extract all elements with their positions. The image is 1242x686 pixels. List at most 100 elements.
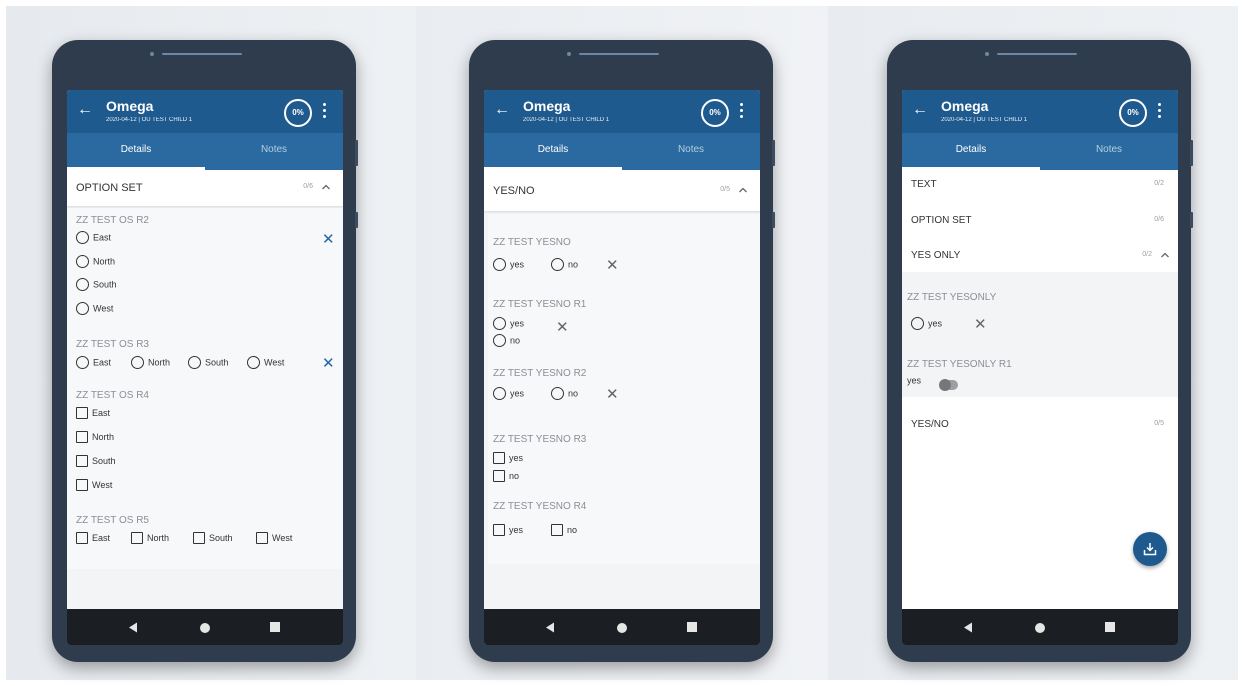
radio-yes[interactable]: yes (493, 317, 524, 331)
phone-3: ← Omega 2020-04-12 | OU TEST CHILD 1 0% … (887, 40, 1193, 662)
empty-area (67, 570, 343, 609)
checkbox-option[interactable]: East (76, 532, 110, 546)
nav-home-icon[interactable] (199, 622, 211, 634)
form-content: YES/NO 0/5 ZZ TEST YESNO yes no ✕ ZZ TES… (484, 170, 760, 609)
yes-toggle-switch[interactable] (939, 379, 958, 391)
more-options-icon[interactable] (323, 103, 327, 119)
radio-option[interactable]: South (76, 278, 117, 292)
phone-1: ← Omega 2020-04-12 | OU TEST CHILD 1 0% … (52, 40, 358, 662)
section-count: 0/2 (1142, 251, 1152, 258)
section-header[interactable]: TEXT 0/2 (902, 170, 1178, 200)
clear-icon[interactable]: ✕ (322, 354, 335, 372)
event-title: Omega (523, 98, 571, 114)
clear-icon[interactable]: ✕ (606, 385, 619, 403)
event-title: Omega (941, 98, 989, 114)
back-arrow-icon[interactable]: ← (912, 102, 928, 118)
volume-button (772, 212, 775, 228)
section-title: TEXT (911, 179, 937, 190)
section-title: YES/NO (493, 185, 535, 197)
chevron-up-icon (322, 184, 330, 190)
phone-2: ← Omega 2020-04-12 | OU TEST CHILD 1 0% … (469, 40, 775, 662)
checkbox-option[interactable]: West (256, 532, 292, 546)
section-title: OPTION SET (911, 215, 972, 226)
completion-progress: 0% (284, 99, 312, 127)
nav-recents-icon[interactable] (687, 622, 697, 632)
checkbox-option[interactable]: North (131, 532, 169, 546)
radio-option[interactable]: West (247, 356, 284, 370)
field-label: ZZ TEST OS R2 (76, 215, 149, 226)
speaker-notch (985, 52, 1081, 56)
nav-back-icon[interactable] (963, 622, 973, 633)
tab-details[interactable]: Details (67, 133, 205, 170)
chevron-up-icon (1161, 252, 1169, 258)
more-options-icon[interactable] (1158, 103, 1162, 119)
section-count: 0/6 (303, 183, 313, 190)
clear-icon[interactable]: ✕ (606, 256, 619, 274)
field-label: ZZ TEST OS R4 (76, 390, 149, 401)
checkbox-option[interactable]: South (193, 532, 233, 546)
more-options-icon[interactable] (740, 103, 744, 119)
back-arrow-icon[interactable]: ← (494, 102, 510, 118)
form-content: OPTION SET 0/6 ZZ TEST OS R2 East North … (67, 170, 343, 609)
field-label: ZZ TEST YESONLY R1 (907, 359, 1012, 370)
radio-option[interactable]: East (76, 231, 111, 245)
clear-icon[interactable]: ✕ (974, 315, 987, 333)
section-header[interactable]: OPTION SET 0/6 (67, 170, 343, 206)
section-title: YES ONLY (911, 250, 961, 261)
radio-yes[interactable]: yes (493, 387, 524, 401)
clear-icon[interactable]: ✕ (556, 318, 569, 336)
tab-details[interactable]: Details (902, 133, 1040, 170)
tab-notes[interactable]: Notes (205, 133, 343, 170)
tab-bar: Details Notes (67, 133, 343, 170)
checkbox-no[interactable]: no (551, 524, 577, 538)
volume-button (355, 212, 358, 228)
checkbox-option[interactable]: South (76, 455, 116, 469)
speaker-notch (150, 52, 246, 56)
app-bar: ← Omega 2020-04-12 | OU TEST CHILD 1 0% (902, 90, 1178, 133)
download-icon (1143, 543, 1157, 556)
radio-no[interactable]: no (493, 334, 520, 348)
section-header[interactable]: YES/NO 0/5 (902, 410, 1178, 440)
screen: ← Omega 2020-04-12 | OU TEST CHILD 1 0% … (902, 90, 1178, 645)
section-count: 0/5 (1154, 420, 1164, 427)
field-label: ZZ TEST OS R5 (76, 515, 149, 526)
clear-icon[interactable]: ✕ (322, 230, 335, 248)
nav-recents-icon[interactable] (270, 622, 280, 632)
nav-home-icon[interactable] (1034, 622, 1046, 634)
section-header[interactable]: OPTION SET 0/6 (902, 206, 1178, 236)
checkbox-option[interactable]: West (76, 479, 112, 493)
app-bar: ← Omega 2020-04-12 | OU TEST CHILD 1 0% (484, 90, 760, 133)
radio-no[interactable]: no (551, 387, 578, 401)
radio-option[interactable]: North (131, 356, 170, 370)
tab-notes[interactable]: Notes (622, 133, 760, 170)
radio-option[interactable]: North (76, 255, 115, 269)
section-header[interactable]: YES/NO 0/5 (484, 170, 760, 211)
nav-recents-icon[interactable] (1105, 622, 1115, 632)
radio-option[interactable]: East (76, 356, 111, 370)
tab-bar: Details Notes (484, 133, 760, 170)
tab-details[interactable]: Details (484, 133, 622, 170)
field-label: ZZ TEST OS R3 (76, 339, 149, 350)
nav-home-icon[interactable] (616, 622, 628, 634)
nav-back-icon[interactable] (545, 622, 555, 633)
power-button (1190, 140, 1193, 166)
checkbox-yes[interactable]: yes (493, 452, 523, 466)
power-button (355, 140, 358, 166)
radio-option[interactable]: West (76, 302, 113, 316)
radio-yes[interactable]: yes (493, 258, 524, 272)
android-nav-bar (484, 609, 760, 645)
checkbox-yes[interactable]: yes (493, 524, 523, 538)
save-fab-button[interactable] (1133, 532, 1167, 566)
section-header[interactable]: YES ONLY 0/2 (902, 241, 1178, 271)
radio-yes[interactable]: yes (911, 317, 942, 331)
section-title: YES/NO (911, 419, 949, 430)
checkbox-no[interactable]: no (493, 470, 519, 484)
radio-option[interactable]: South (188, 356, 229, 370)
checkbox-option[interactable]: North (76, 431, 114, 445)
back-arrow-icon[interactable]: ← (77, 102, 93, 118)
checkbox-option[interactable]: East (76, 407, 110, 421)
radio-no[interactable]: no (551, 258, 578, 272)
completion-progress: 0% (1119, 99, 1147, 127)
nav-back-icon[interactable] (128, 622, 138, 633)
tab-notes[interactable]: Notes (1040, 133, 1178, 170)
